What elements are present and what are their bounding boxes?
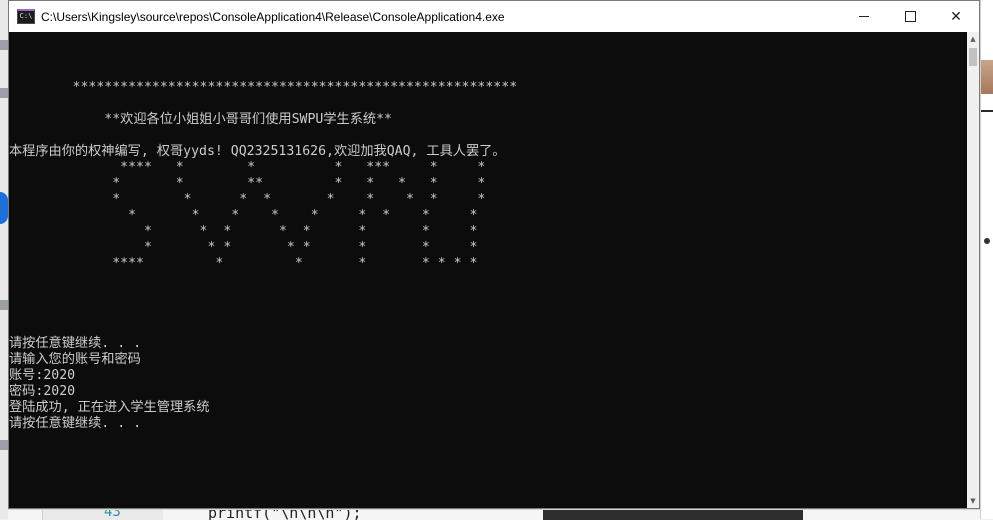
- background-avatar: [981, 60, 993, 94]
- console-line: * * * * * * * * *: [9, 192, 486, 207]
- background-icon: [0, 440, 8, 450]
- console-line: 请输入您的账号和密码: [9, 352, 141, 367]
- background-blue-icon: [0, 192, 8, 224]
- console-line: 账号:2020: [9, 368, 76, 383]
- console-line: 登陆成功, 正在进入学生管理系统: [9, 400, 210, 415]
- console-line: 本程序由你的权神编写, 权哥yyds! QQ2325131626,欢迎加我QAQ…: [9, 144, 506, 159]
- background-icon: [0, 300, 8, 310]
- console-app-icon[interactable]: C:\: [17, 9, 35, 24]
- background-code-editor: 43 printf("\n\n\n");: [8, 509, 980, 520]
- console-line: 请按任意键继续. . .: [9, 336, 142, 351]
- vertical-scrollbar[interactable]: ▲ ▼: [967, 32, 979, 508]
- console-line: **欢迎各位小姐姐小哥哥们使用SWPU学生系统**: [9, 112, 392, 127]
- console-line: 密码:2020: [9, 384, 76, 399]
- background-window-right-edge: [980, 0, 993, 519]
- console-line: **** * * * * * * *: [9, 256, 478, 271]
- console-line: ****************************************…: [9, 80, 518, 95]
- scroll-up-arrow-icon[interactable]: ▲: [967, 32, 979, 46]
- console-output-text: ****************************************…: [9, 32, 517, 432]
- window-controls: ✕: [841, 1, 979, 32]
- console-line: * * * * * * * *: [9, 224, 478, 239]
- background-divider: [981, 110, 993, 112]
- close-button[interactable]: ✕: [933, 1, 979, 32]
- background-icon: [0, 88, 8, 98]
- minimize-button[interactable]: [841, 1, 887, 32]
- editor-line-number: 43: [104, 509, 121, 520]
- background-icon: [0, 40, 8, 50]
- scroll-down-arrow-icon[interactable]: ▼: [967, 494, 979, 508]
- editor-code-line: printf("\n\n\n");: [208, 509, 362, 520]
- console-line: * * * * * * * * *: [9, 208, 478, 223]
- console-line: * * ** * * * * *: [9, 176, 486, 191]
- console-line: **** * * * *** * *: [9, 160, 486, 175]
- console-line: * * * * * * * *: [9, 240, 478, 255]
- window-title: C:\Users\Kingsley\source\repos\ConsoleAp…: [41, 9, 505, 24]
- title-bar[interactable]: C:\ C:\Users\Kingsley\source\repos\Conso…: [9, 1, 979, 32]
- background-dot: [984, 238, 990, 244]
- maximize-button[interactable]: [887, 1, 933, 32]
- scrollbar-thumb[interactable]: [969, 48, 977, 66]
- console-window: C:\ C:\Users\Kingsley\source\repos\Conso…: [8, 0, 980, 509]
- console-output-area[interactable]: ****************************************…: [9, 32, 967, 508]
- console-line: 请按任意键继续. . .: [9, 416, 142, 431]
